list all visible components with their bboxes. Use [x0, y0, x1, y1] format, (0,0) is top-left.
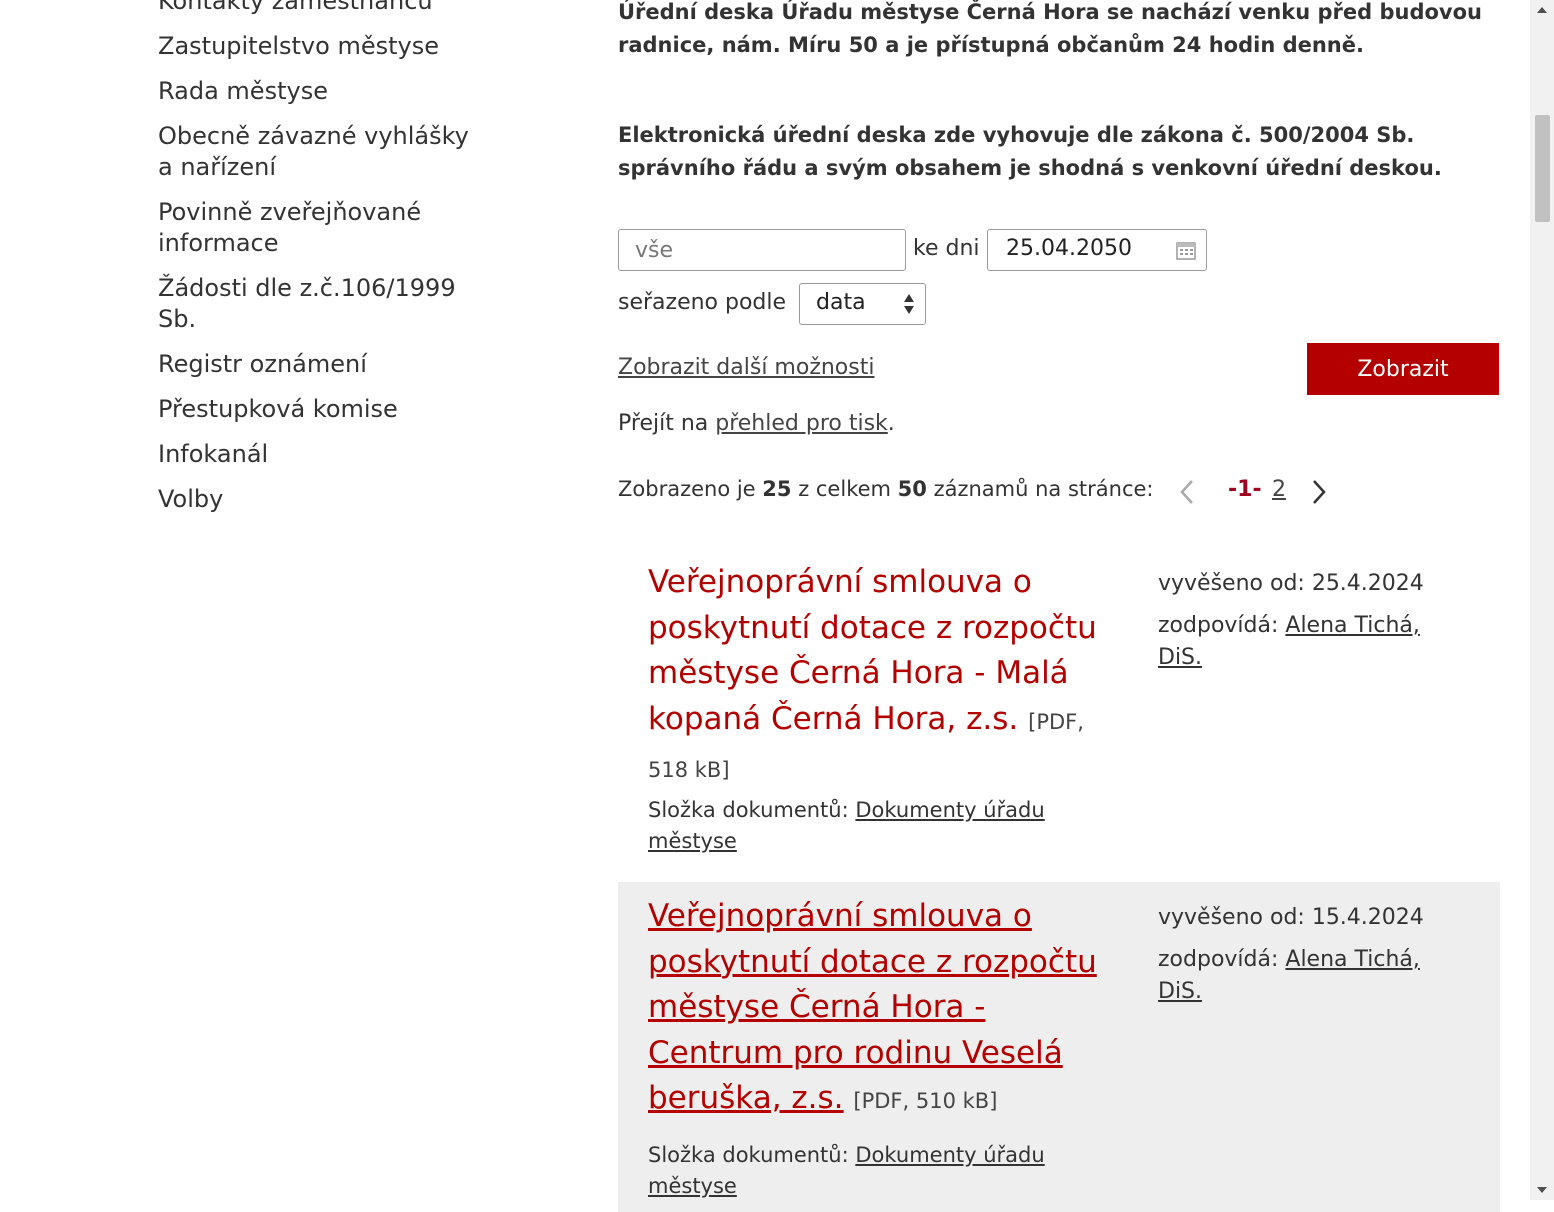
record-folder: Složka dokumentů: Dokumenty úřadu městys…: [648, 795, 1068, 857]
posted-date: vyvěšeno od: 15.4.2024: [1158, 905, 1424, 930]
file-meta: [PDF, 510 kB]: [853, 1089, 998, 1113]
print-suffix: .: [887, 411, 895, 436]
record-title: Veřejnoprávní smlouva o poskytnutí dotac…: [648, 894, 1118, 1125]
scrollbar[interactable]: [1530, 0, 1554, 1200]
chevron-left-icon[interactable]: [1178, 478, 1196, 506]
sidebar-item-kontakty[interactable]: Kontakty zaměstnanců: [158, 0, 488, 17]
document-record: Veřejnoprávní smlouva o poskytnutí dotac…: [618, 548, 1500, 868]
count-shown: 25: [762, 477, 792, 501]
responsible-label: zodpovídá:: [1158, 947, 1286, 972]
date-field[interactable]: 25.04.2050: [987, 229, 1207, 271]
sidebar-item-vyhlasky[interactable]: Obecně závazné vyhlášky a nařízení: [158, 121, 488, 183]
record-title: Veřejnoprávní smlouva o poskytnutí dotac…: [648, 560, 1118, 794]
document-record: Veřejnoprávní smlouva o poskytnutí dotac…: [618, 882, 1500, 1212]
sidebar-item-rada[interactable]: Rada městyse: [158, 76, 488, 107]
current-page: -1-: [1228, 477, 1262, 502]
record-title-link[interactable]: Veřejnoprávní smlouva o poskytnutí dotac…: [648, 898, 1097, 1116]
record-folder: Složka dokumentů: Dokumenty úřadu městys…: [648, 1140, 1068, 1202]
responsible-label: zodpovídá:: [1158, 613, 1286, 638]
responsible: zodpovídá: Alena Tichá, DiS.: [1158, 944, 1458, 1008]
count-text-c: záznamů na stránce:: [926, 477, 1154, 501]
sidebar-item-povinne-informace[interactable]: Povinně zveřejňované informace: [158, 197, 488, 259]
notice-location: Úřední deska Úřadu městyse Černá Hora se…: [618, 0, 1482, 57]
sidebar-item-prestupkova[interactable]: Přestupková komise: [158, 394, 488, 425]
search-input[interactable]: [618, 229, 906, 271]
print-line: Přejít na přehled pro tisk.: [618, 411, 895, 436]
chevron-right-icon[interactable]: [1310, 478, 1328, 506]
show-button[interactable]: Zobrazit: [1307, 343, 1499, 395]
posted-date: vyvěšeno od: 25.4.2024: [1158, 571, 1424, 596]
record-count: Zobrazeno je 25 z celkem 50 záznamů na s…: [618, 477, 1153, 501]
scroll-down-arrow-icon[interactable]: [1536, 1186, 1548, 1194]
sidebar-nav: Kontakty zaměstnanců Zastupitelstvo měst…: [158, 0, 488, 529]
folder-label: Složka dokumentů:: [648, 798, 856, 822]
sidebar-item-registr[interactable]: Registr oznámení: [158, 349, 488, 380]
notice-legal: Elektronická úřední deska zde vyhovuje d…: [618, 123, 1442, 180]
more-options-link[interactable]: Zobrazit další možnosti: [618, 355, 874, 380]
record-info: vyvěšeno od: 25.4.2024 zodpovídá: Alena …: [1158, 568, 1458, 674]
scroll-up-arrow-icon[interactable]: [1536, 6, 1548, 14]
sort-value: data: [816, 290, 866, 315]
folder-label: Složka dokumentů:: [648, 1143, 856, 1167]
sidebar-item-volby[interactable]: Volby: [158, 484, 488, 515]
print-overview-link[interactable]: přehled pro tisk: [715, 411, 888, 436]
record-info: vyvěšeno od: 15.4.2024 zodpovídá: Alena …: [1158, 902, 1458, 1008]
calendar-icon[interactable]: [1176, 240, 1196, 260]
sidebar-item-zastupitelstvo[interactable]: Zastupitelstvo městyse: [158, 31, 488, 62]
scrollbar-thumb[interactable]: [1535, 115, 1550, 222]
responsible: zodpovídá: Alena Tichá, DiS.: [1158, 610, 1458, 674]
sidebar-item-zadosti[interactable]: Žádosti dle z.č.106/1999 Sb.: [158, 273, 488, 335]
page-2-link[interactable]: 2: [1272, 477, 1286, 502]
select-arrows-icon: [904, 294, 914, 314]
count-text-b: z celkem: [791, 477, 898, 501]
sort-select[interactable]: data: [799, 283, 926, 325]
date-label: ke dni: [913, 236, 980, 261]
sidebar-item-infokanal[interactable]: Infokanál: [158, 439, 488, 470]
count-text-a: Zobrazeno je: [618, 477, 763, 501]
sort-label: seřazeno podle: [618, 290, 787, 315]
date-value: 25.04.2050: [1006, 236, 1132, 261]
count-total: 50: [897, 477, 927, 501]
print-prefix: Přejít na: [618, 411, 716, 436]
